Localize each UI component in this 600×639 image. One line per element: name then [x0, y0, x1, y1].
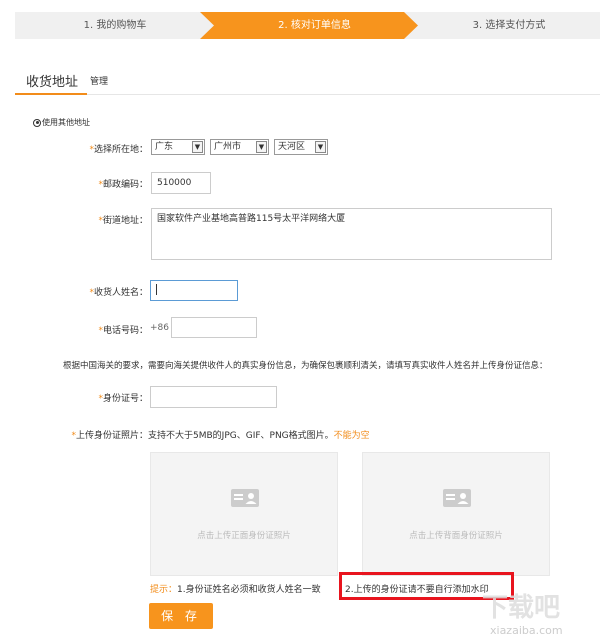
id-number-label-text: 身份证号：	[102, 394, 148, 404]
id-photo-hint: 支持不大于5MB的JPG、GIF、PNG格式图片。不能为空	[148, 428, 370, 441]
id-card-icon	[231, 489, 259, 507]
street-label: *街道地址：	[98, 216, 148, 226]
id-photo-label-text: 上传身份证照片：	[75, 431, 148, 441]
phone-label: *电话号码：	[98, 326, 148, 336]
id-photo-hint-text: 支持不大于5MB的JPG、GIF、PNG格式图片。	[148, 431, 334, 441]
phone-label-text: 电话号码：	[102, 326, 148, 336]
upload-back-label: 点击上传背面身份证照片	[409, 531, 503, 541]
street-label-text: 街道地址：	[102, 216, 148, 226]
section-divider	[15, 94, 600, 95]
section-title-underline	[15, 93, 87, 95]
customs-note: 根据中国海关的要求，需要向海关提供收件人的真实身份信息，为确保包裹顺利清关，请填…	[63, 361, 548, 371]
zip-label: *邮政编码：	[98, 180, 148, 190]
phone-input[interactable]	[171, 317, 257, 338]
step-confirm-order: 2. 核对订单信息	[278, 20, 351, 31]
street-textarea[interactable]: 国家软件产业基地高普路115号太平洋网络大厦	[151, 208, 552, 260]
tip-1: 1.身份证姓名必须和收货人姓名一致	[177, 585, 321, 595]
id-photo-label: *上传身份证照片：	[71, 431, 148, 441]
svg-text:下载吧: 下载吧	[482, 593, 560, 623]
id-photo-required-warning: 不能为空	[333, 431, 370, 441]
province-value: 广东	[155, 142, 174, 152]
step-payment: 3. 选择支付方式	[472, 20, 546, 31]
district-value: 天河区	[278, 142, 306, 152]
chevron-down-icon: ▼	[315, 141, 326, 153]
upload-back-id[interactable]: 点击上传背面身份证照片	[362, 452, 550, 576]
step-cart: 1. 我的购物车	[83, 20, 147, 31]
id-number-label: *身份证号：	[98, 394, 148, 404]
use-other-address-label: 使用其他地址	[42, 118, 90, 127]
id-number-input[interactable]	[150, 386, 277, 408]
upload-front-label: 点击上传正面身份证照片	[197, 531, 291, 541]
save-button[interactable]: 保 存	[149, 603, 213, 629]
zip-label-text: 邮政编码：	[102, 180, 148, 190]
upload-front-id[interactable]: 点击上传正面身份证照片	[150, 452, 338, 576]
checkout-steps: 1. 我的购物车 2. 核对订单信息 3. 选择支付方式	[0, 0, 600, 50]
district-select[interactable]: 天河区 ▼	[274, 139, 328, 155]
province-select[interactable]: 广东 ▼	[151, 139, 205, 155]
manage-address-link[interactable]: 管理	[90, 74, 108, 87]
text-cursor	[156, 284, 157, 295]
tip-label: 提示：	[150, 585, 178, 595]
name-label: *收货人姓名：	[89, 288, 148, 298]
region-label-text: 选择所在地：	[93, 145, 148, 155]
tip-line: 提示：1.身份证姓名必须和收货人姓名一致	[150, 582, 321, 595]
address-section-title: 收货地址	[26, 75, 79, 90]
site-watermark: 下载吧 xiazaiba.com	[482, 593, 563, 637]
name-label-text: 收货人姓名：	[93, 288, 148, 298]
recipient-name-input[interactable]	[150, 280, 238, 301]
watermark-text: xiazaiba.com	[490, 624, 563, 637]
use-other-address-option[interactable]: 使用其他地址	[33, 117, 90, 128]
chevron-down-icon: ▼	[192, 141, 203, 153]
zip-input[interactable]: 510000	[151, 172, 211, 194]
region-label: *选择所在地：	[89, 145, 148, 155]
id-card-icon	[443, 489, 471, 507]
city-select[interactable]: 广州市 ▼	[210, 139, 269, 155]
radio-selected-icon[interactable]	[33, 118, 41, 127]
phone-prefix: +86	[150, 323, 169, 333]
city-value: 广州市	[214, 142, 242, 152]
chevron-down-icon: ▼	[256, 141, 267, 153]
